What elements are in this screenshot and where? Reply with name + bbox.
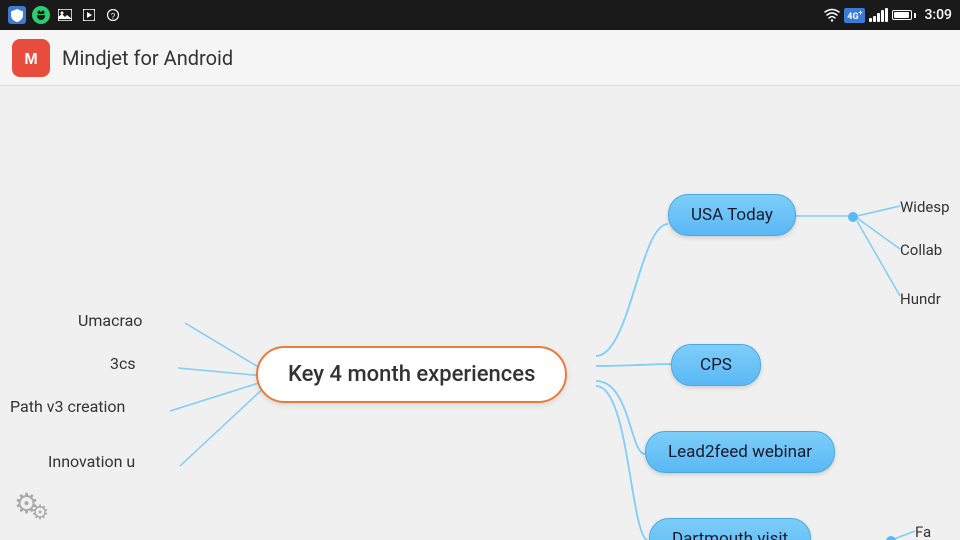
app-bar: M Mindjet for Android bbox=[0, 30, 960, 86]
lte-badge: 4G+ bbox=[844, 8, 865, 23]
leaf-fa: Fa bbox=[915, 523, 931, 540]
dot-dartmouth-connector bbox=[886, 536, 896, 540]
node-lead2feed[interactable]: Lead2feed webinar bbox=[645, 431, 835, 473]
app-title: Mindjet for Android bbox=[62, 46, 233, 70]
svg-text:?: ? bbox=[111, 12, 116, 21]
svg-text:M: M bbox=[24, 51, 37, 68]
shield-icon bbox=[8, 6, 26, 24]
node-usa-today[interactable]: USA Today bbox=[668, 194, 796, 236]
leaf-collab: Collab bbox=[900, 241, 942, 259]
play-icon bbox=[80, 6, 98, 24]
wifi-icon bbox=[824, 8, 840, 22]
central-node[interactable]: Key 4 month experiences bbox=[256, 346, 567, 403]
leaf-path-v3: Path v3 creation bbox=[10, 397, 125, 416]
status-right: 4G+ 3:09 bbox=[824, 7, 952, 23]
mindmap-area[interactable]: Umacrao 3cs Path v3 creation Innovation … bbox=[0, 86, 960, 540]
image-icon bbox=[56, 6, 74, 24]
gear-icons[interactable]: ⚙ ⚙ bbox=[14, 487, 49, 520]
leaf-3cs: 3cs bbox=[110, 354, 136, 373]
status-time: 3:09 bbox=[924, 7, 952, 23]
help-icon: ? bbox=[104, 6, 122, 24]
node-dartmouth[interactable]: Dartmouth visit bbox=[649, 518, 811, 540]
battery-indicator bbox=[892, 10, 916, 20]
leaf-innovation: Innovation u bbox=[48, 452, 135, 471]
leaf-widesp: Widesp bbox=[900, 198, 950, 216]
android-icon bbox=[32, 6, 50, 24]
status-icons-left: ? bbox=[8, 6, 122, 24]
status-bar: ? 4G+ 3:09 bbox=[0, 0, 960, 30]
dot-usa-connector bbox=[848, 212, 858, 222]
gear-small-icon[interactable]: ⚙ bbox=[31, 500, 49, 524]
app-logo: M bbox=[12, 39, 50, 77]
leaf-hundr: Hundr bbox=[900, 290, 941, 308]
node-cps[interactable]: CPS bbox=[671, 344, 761, 386]
leaf-umacrao: Umacrao bbox=[78, 311, 142, 330]
signal-bars bbox=[869, 8, 888, 22]
